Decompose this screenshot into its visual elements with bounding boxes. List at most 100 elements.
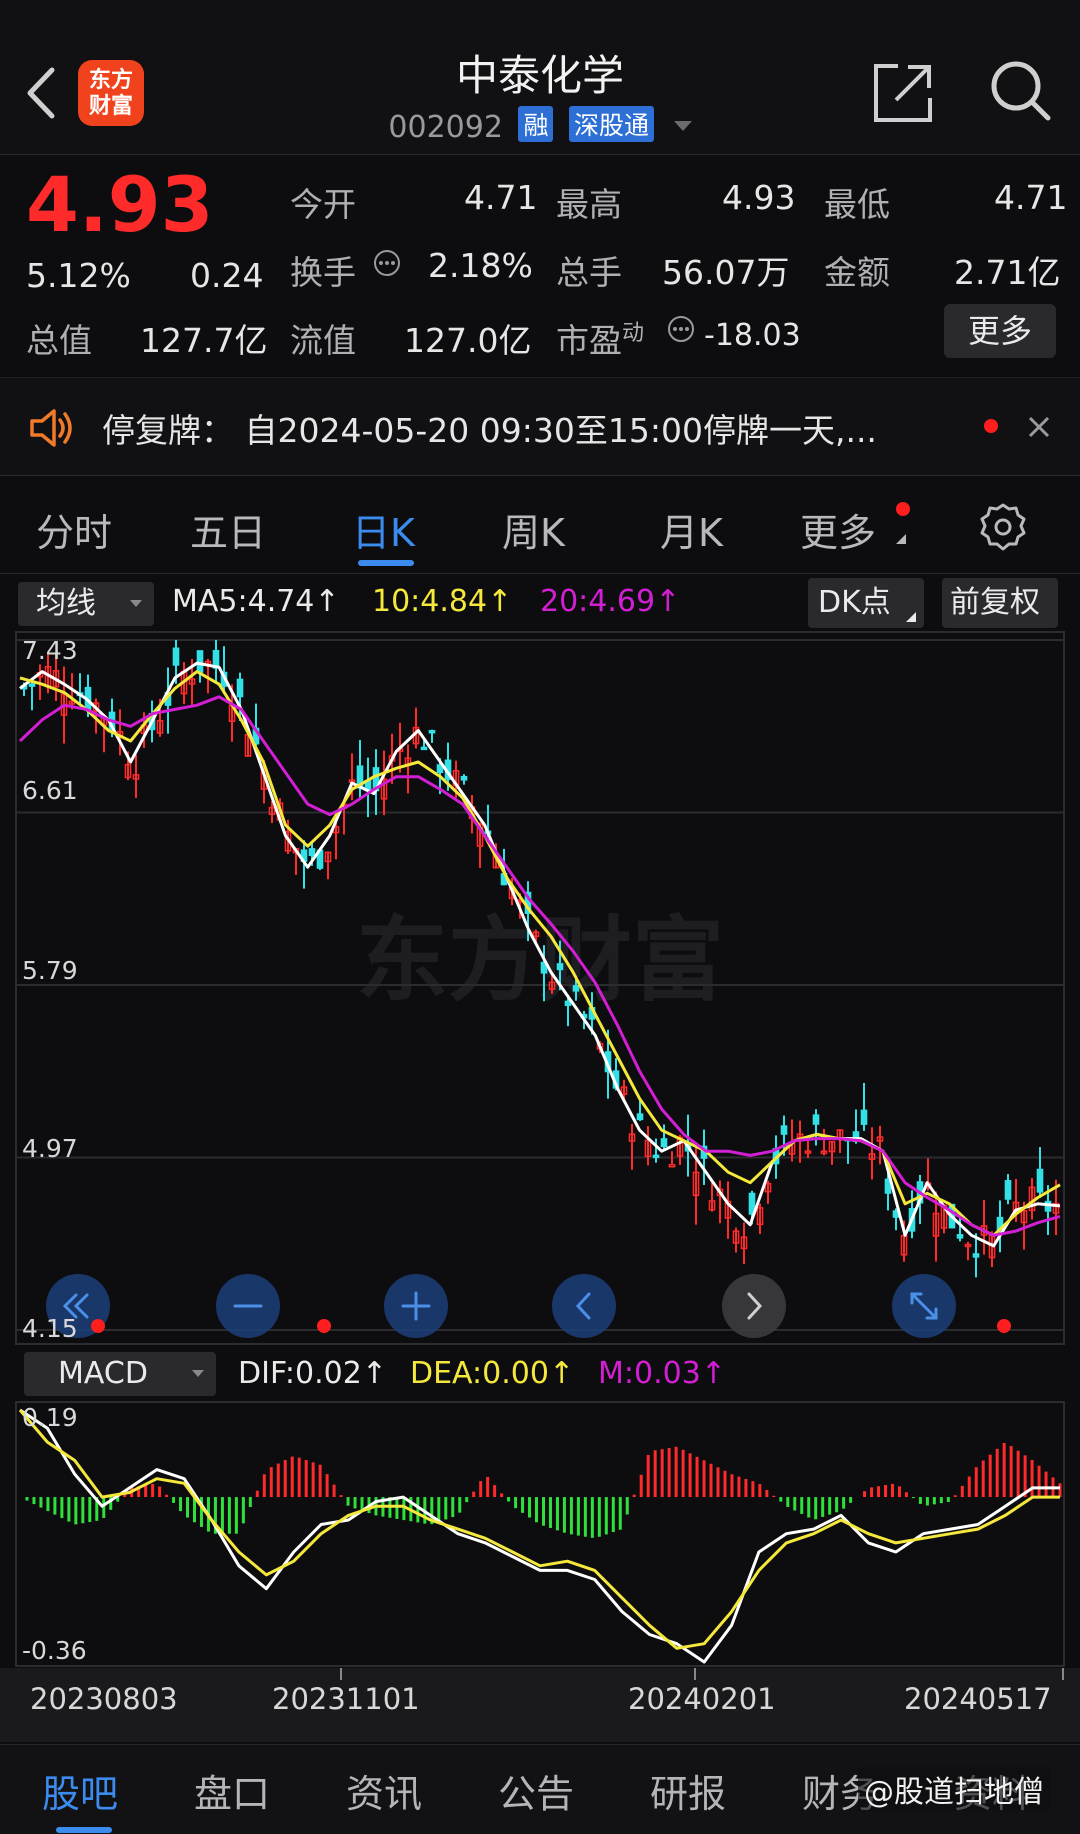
connect-tag: 深股通: [569, 106, 655, 142]
candle-body: [812, 1114, 820, 1125]
event-dot: [317, 1319, 331, 1333]
chevron-down-icon: [130, 600, 142, 607]
tab-daily-k[interactable]: 日K: [352, 502, 415, 557]
period-tabs: 分时 五日 日K 周K 月K 更多: [0, 478, 1080, 574]
info-icon[interactable]: [666, 314, 696, 344]
fullscreen-button[interactable]: [892, 1274, 956, 1338]
candle-body: [860, 1109, 868, 1125]
margin-tag: 融: [518, 106, 554, 142]
corner-triangle-icon: [906, 612, 916, 622]
nav-research[interactable]: 研报: [650, 1763, 726, 1818]
candle-body: [660, 1138, 668, 1148]
y-axis-label: 5.79: [22, 956, 78, 985]
quote-label: 总手: [556, 253, 622, 292]
notice-text: 停复牌： 自2024-05-20 09:30至15:00停牌一天,...: [102, 411, 877, 450]
corner-triangle-icon: [896, 534, 906, 544]
macd-frame: [15, 1401, 1065, 1667]
last-price: 4.93: [26, 160, 214, 249]
zoom-out-button[interactable]: [216, 1274, 280, 1338]
adjust-button[interactable]: 前复权: [942, 578, 1058, 628]
quote-label: 换手: [290, 253, 356, 292]
macd-select[interactable]: MACD: [24, 1352, 216, 1396]
tab-more[interactable]: 更多: [800, 502, 876, 557]
y-axis-label: 4.97: [22, 1134, 78, 1163]
quote-value: 127.0亿: [404, 321, 532, 360]
candle-body: [1036, 1168, 1044, 1193]
quote-label: 最低: [824, 185, 890, 224]
weibo-watermark: @股道扫地僧: [858, 1767, 1050, 1811]
dk-point-label: DK点: [818, 585, 891, 620]
pe-sup: 动: [622, 321, 645, 346]
quote-panel: 4.93 5.12% 0.24 总值 127.7亿 今开 4.71 换手 2.1…: [0, 156, 1080, 378]
unread-dot: [984, 419, 998, 433]
zoom-in-button[interactable]: [384, 1274, 448, 1338]
date-axis: 20230803 20231101 20240201 20240517: [0, 1668, 1080, 1742]
change-percent: 5.12%: [26, 256, 131, 295]
tab-weekly-k[interactable]: 周K: [502, 502, 565, 557]
candle-body: [308, 848, 316, 857]
quote-value: 56.07万: [662, 253, 790, 292]
candle-body: [460, 775, 468, 781]
dif-line: [19, 1408, 1060, 1664]
dif-value: DIF:0.02↑: [238, 1356, 387, 1391]
share-icon[interactable]: [872, 62, 934, 124]
nav-pankou[interactable]: 盘口: [194, 1763, 270, 1818]
quote-label: 流值: [290, 321, 356, 360]
macd-axis-label: 0.19: [22, 1403, 78, 1432]
nav-news[interactable]: 资讯: [346, 1763, 422, 1818]
candle-body: [196, 650, 204, 673]
candle-body: [652, 1154, 660, 1159]
tick-mark: [694, 1668, 696, 1680]
pe-label: 市盈: [556, 321, 622, 360]
macd-chart[interactable]: [0, 1400, 1080, 1668]
candle-body: [668, 1163, 676, 1168]
quote-value: 2.71亿: [954, 253, 1061, 292]
quote-value: 127.7亿: [140, 321, 268, 360]
tab-intraday[interactable]: 分时: [36, 502, 112, 557]
top-header: 东方 财富 中泰化学 002092 融 深股通: [0, 0, 1080, 155]
candle-body: [428, 729, 436, 734]
gear-icon[interactable]: [978, 502, 1028, 552]
info-icon[interactable]: [372, 248, 402, 278]
chevron-down-icon: [192, 1370, 204, 1377]
kline-chart[interactable]: 东方财富: [0, 630, 1080, 1345]
quote-value: -18.03: [704, 318, 801, 353]
dk-point-button[interactable]: DK点: [808, 578, 924, 628]
nav-announcements[interactable]: 公告: [498, 1763, 574, 1818]
candle-body: [28, 683, 36, 687]
date-label: 20240201: [628, 1682, 776, 1716]
tab-monthly-k[interactable]: 月K: [660, 502, 723, 557]
button-circle: [722, 1274, 786, 1338]
more-button[interactable]: 更多: [944, 304, 1056, 358]
dea-line: [18, 1409, 1060, 1650]
stock-code: 002092: [388, 110, 503, 145]
suspension-notice[interactable]: 停复牌： 自2024-05-20 09:30至15:00停牌一天,...: [0, 378, 1080, 476]
nav-guba[interactable]: 股吧: [42, 1763, 118, 1818]
candle-body: [172, 647, 180, 666]
quote-value: 2.18%: [428, 246, 533, 285]
ma20-value: 20:4.69↑: [540, 584, 681, 619]
change-amount: 0.24: [190, 256, 264, 295]
candle-body: [972, 1253, 980, 1258]
tab-more-dot: [896, 502, 910, 516]
quote-label: 最高: [556, 185, 622, 224]
scroll-left-button[interactable]: [552, 1274, 616, 1338]
event-dot: [91, 1319, 105, 1333]
button-circle: [552, 1274, 616, 1338]
macd-axis-label: -0.36: [22, 1636, 87, 1665]
speaker-icon: [30, 409, 72, 447]
candle-body: [236, 678, 244, 698]
ma5-value: MA5:4.74↑: [172, 584, 340, 619]
candle-body: [556, 963, 564, 971]
indicator-select-label: 均线: [36, 586, 96, 621]
y-axis-label: 4.15: [22, 1314, 78, 1343]
dea-value: DEA:0.00↑: [410, 1356, 575, 1391]
scroll-right-button[interactable]: [722, 1274, 786, 1338]
tab-five-day[interactable]: 五日: [190, 502, 266, 557]
close-icon[interactable]: [1028, 416, 1050, 438]
quote-value: 4.71: [464, 178, 538, 217]
date-label: 20230803: [30, 1682, 178, 1716]
search-icon[interactable]: [988, 58, 1054, 124]
quote-label: 总值: [26, 321, 92, 360]
indicator-select[interactable]: 均线: [18, 582, 154, 626]
